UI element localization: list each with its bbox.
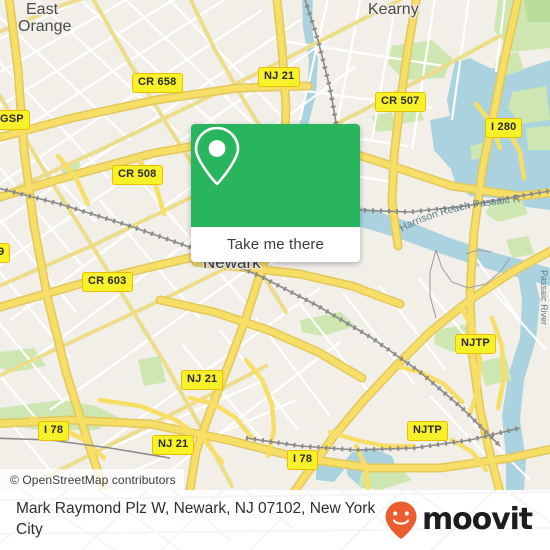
moovit-smiley-pin-icon <box>385 501 417 539</box>
map-canvas[interactable]: Harrison Reach Passaic River Passaic Riv… <box>0 0 550 490</box>
road-shield-cr-508[interactable]: CR 508 <box>112 165 163 185</box>
take-me-there-label: Take me there <box>227 236 324 253</box>
park-east-2 <box>526 126 550 150</box>
osm-attribution[interactable]: © OpenStreetMap contributors <box>0 469 184 490</box>
osm-attribution-text: © OpenStreetMap contributors <box>10 472 176 487</box>
road-shield-i-78-east[interactable]: I 78 <box>287 450 319 470</box>
map-pin-icon <box>194 126 240 186</box>
water-label-passaic-river: Passaic River <box>539 270 549 325</box>
road-shield-cr-603[interactable]: CR 603 <box>82 272 133 292</box>
place-label-kearny: Kearny <box>368 1 419 18</box>
address-text: Mark Raymond Plz W, Newark, NJ 07102, Ne… <box>16 500 376 538</box>
footer-bar: Mark Raymond Plz W, Newark, NJ 07102, Ne… <box>0 490 550 550</box>
road-shield-njtp-north[interactable]: NJTP <box>455 334 496 354</box>
moovit-logo[interactable]: moovit <box>384 500 533 540</box>
road-shield-gsp[interactable]: GSP <box>0 110 30 130</box>
road-shield-nj-21-north[interactable]: NJ 21 <box>258 67 301 87</box>
moovit-map-screenshot: Harrison Reach Passaic River Passaic Riv… <box>0 0 550 550</box>
road-shield-njtp-south[interactable]: NJTP <box>407 421 448 441</box>
take-me-there-button[interactable]: Take me there <box>191 227 360 262</box>
road-shield-nj-21-mid[interactable]: NJ 21 <box>181 370 224 390</box>
road-shield-cr-658[interactable]: CR 658 <box>132 73 183 93</box>
place-label-east-orange: East Orange <box>18 1 72 35</box>
card-pin-area <box>191 124 360 227</box>
road-shield-i-78-west[interactable]: I 78 <box>38 421 70 441</box>
park-corner <box>524 0 550 22</box>
road-shield-cr-507[interactable]: CR 507 <box>375 92 426 112</box>
take-me-there-card[interactable]: Take me there <box>191 124 360 262</box>
road-shield-us-9[interactable]: 9 <box>0 243 11 263</box>
moovit-wordmark: moovit <box>421 502 533 537</box>
road-shield-nj-21-south[interactable]: NJ 21 <box>152 435 195 455</box>
road-shield-i-280[interactable]: I 280 <box>485 118 523 138</box>
